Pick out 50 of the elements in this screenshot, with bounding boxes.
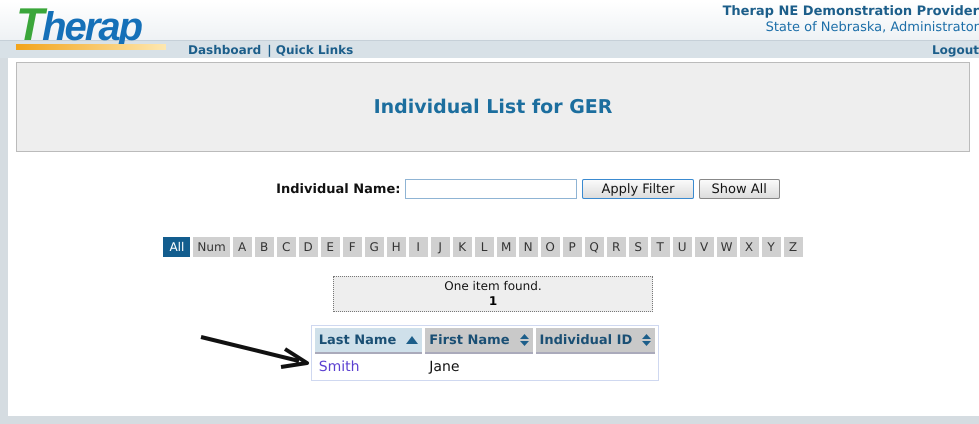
filter-button[interactable]: Apply Filter (582, 179, 694, 199)
letter-tab[interactable]: G (364, 237, 384, 257)
letter-tab[interactable]: M (496, 237, 516, 257)
name-input-field[interactable] (405, 179, 578, 199)
letter-tab[interactable]: N (518, 237, 538, 257)
nav-link[interactable]: Dashboard (188, 42, 262, 56)
letter-tab[interactable]: J (430, 237, 450, 257)
table-cell-text: Jane (428, 358, 460, 377)
logout-link[interactable]: Logout (932, 42, 979, 56)
sort-icon (642, 334, 652, 346)
letter-tab[interactable]: T (650, 237, 670, 257)
letter-tab[interactable]: Q (584, 237, 604, 257)
letter-tab[interactable]: C (276, 237, 296, 257)
letter-tab[interactable]: Y (762, 237, 781, 257)
letter-tab[interactable]: A (232, 237, 252, 257)
column-header[interactable]: First Name (425, 328, 533, 354)
letter-tab[interactable]: S (628, 237, 648, 257)
letter-tab[interactable]: O (540, 237, 560, 257)
filter-button[interactable]: Show All (698, 179, 780, 199)
page-title: Individual List for GER (374, 96, 612, 118)
therap-logo: Therap (16, 4, 176, 52)
provider-name: Therap NE Demonstration Provider (722, 4, 979, 20)
letter-tab[interactable]: Z (784, 237, 803, 257)
letter-tab[interactable]: R (606, 237, 626, 257)
letter-tab[interactable]: H (386, 237, 406, 257)
result-message: One item found. (443, 279, 543, 294)
letter-tab[interactable]: B (254, 237, 274, 257)
letter-tab[interactable]: P (562, 237, 582, 257)
letter-tab[interactable]: L (474, 237, 494, 257)
letter-tab[interactable]: X (740, 237, 759, 257)
filter-label: Individual Name: (276, 182, 400, 196)
letter-tab[interactable]: D (298, 237, 318, 257)
letter-tab[interactable]: V (694, 237, 714, 257)
nav-link[interactable]: | Quick Links (267, 42, 354, 56)
user-role: State of Nebraska, Administrator (764, 20, 979, 36)
letter-tab[interactable]: E (320, 237, 340, 257)
letter-tab[interactable]: I (408, 237, 428, 257)
letter-tab[interactable]: All (163, 237, 190, 257)
letter-tab[interactable]: Num (193, 237, 230, 257)
column-header[interactable]: Individual ID (536, 328, 656, 354)
letter-tab[interactable]: W (716, 237, 737, 257)
letter-tab[interactable]: U (672, 237, 692, 257)
last-name-link[interactable]: Smith (318, 359, 360, 375)
arrow-icon (198, 333, 311, 369)
sort-up-icon (406, 336, 418, 344)
page-number: 1 (488, 294, 498, 309)
column-header[interactable]: Last Name (314, 328, 422, 354)
sort-icon (520, 334, 529, 346)
letter-tab[interactable]: F (342, 237, 362, 257)
letter-tab[interactable]: K (452, 237, 472, 257)
